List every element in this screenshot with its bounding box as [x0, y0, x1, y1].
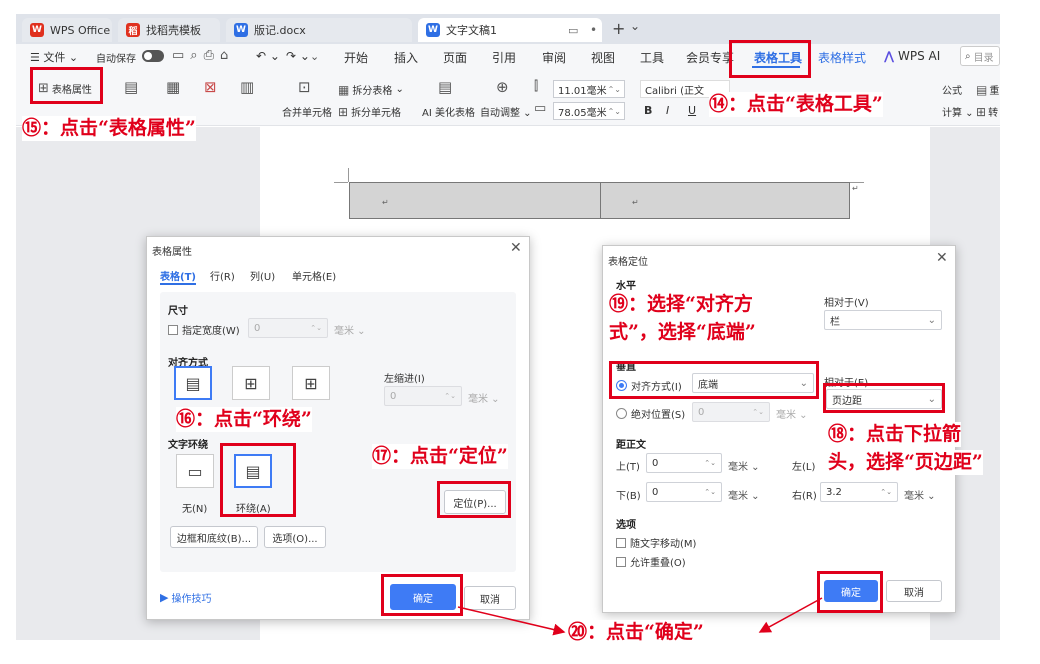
arrow-to-positioning-ok — [758, 597, 823, 633]
annotation-arrows — [457, 597, 823, 636]
arrow-to-ok-button — [457, 606, 566, 636]
